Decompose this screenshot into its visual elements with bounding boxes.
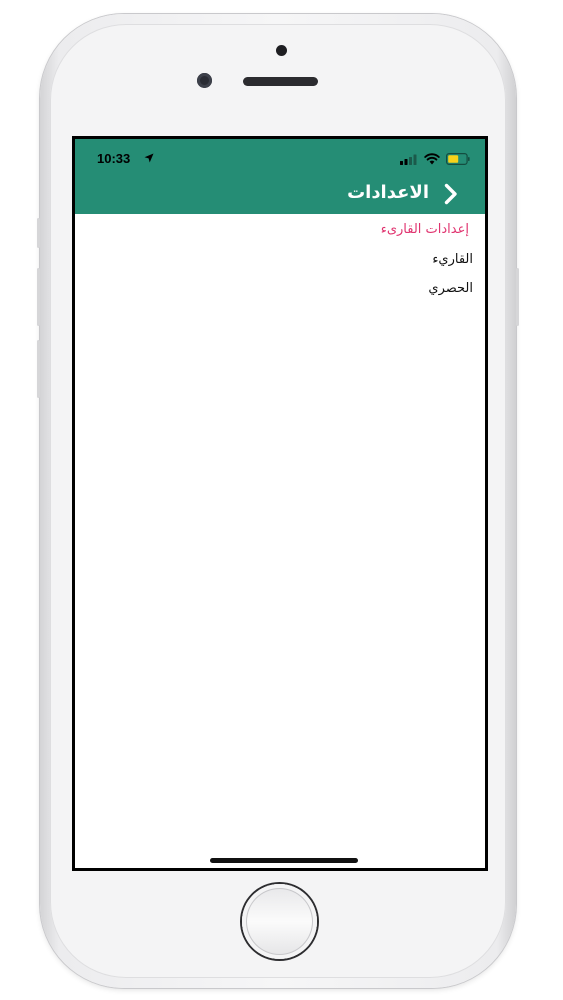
page-title: الاعدادات xyxy=(347,182,429,203)
list-item-husary[interactable]: الحصري xyxy=(428,281,473,296)
status-time: 10:33 xyxy=(97,151,131,166)
volume-button xyxy=(37,218,40,248)
battery-icon xyxy=(446,153,470,165)
earpiece-speaker xyxy=(243,77,318,86)
screen: 10:33 الاعدادات إعدادات القارىء القاريء xyxy=(72,136,488,871)
proximity-sensor xyxy=(276,45,287,56)
cellular-signal-icon xyxy=(400,154,417,165)
list-item-reader[interactable]: القاريء xyxy=(432,252,473,267)
chevron-back-icon[interactable] xyxy=(443,183,459,205)
home-button[interactable] xyxy=(242,884,317,959)
volume-up-button xyxy=(37,268,40,326)
front-camera xyxy=(197,73,212,88)
location-arrow-icon xyxy=(144,153,154,163)
section-header-reader-settings: إعدادات القارىء xyxy=(380,222,469,237)
volume-down-button xyxy=(37,340,40,398)
power-button xyxy=(516,268,519,326)
wifi-icon xyxy=(424,153,440,165)
status-bar: 10:33 xyxy=(75,139,485,175)
home-indicator[interactable] xyxy=(210,858,358,863)
navigation-bar: الاعدادات xyxy=(75,175,485,214)
